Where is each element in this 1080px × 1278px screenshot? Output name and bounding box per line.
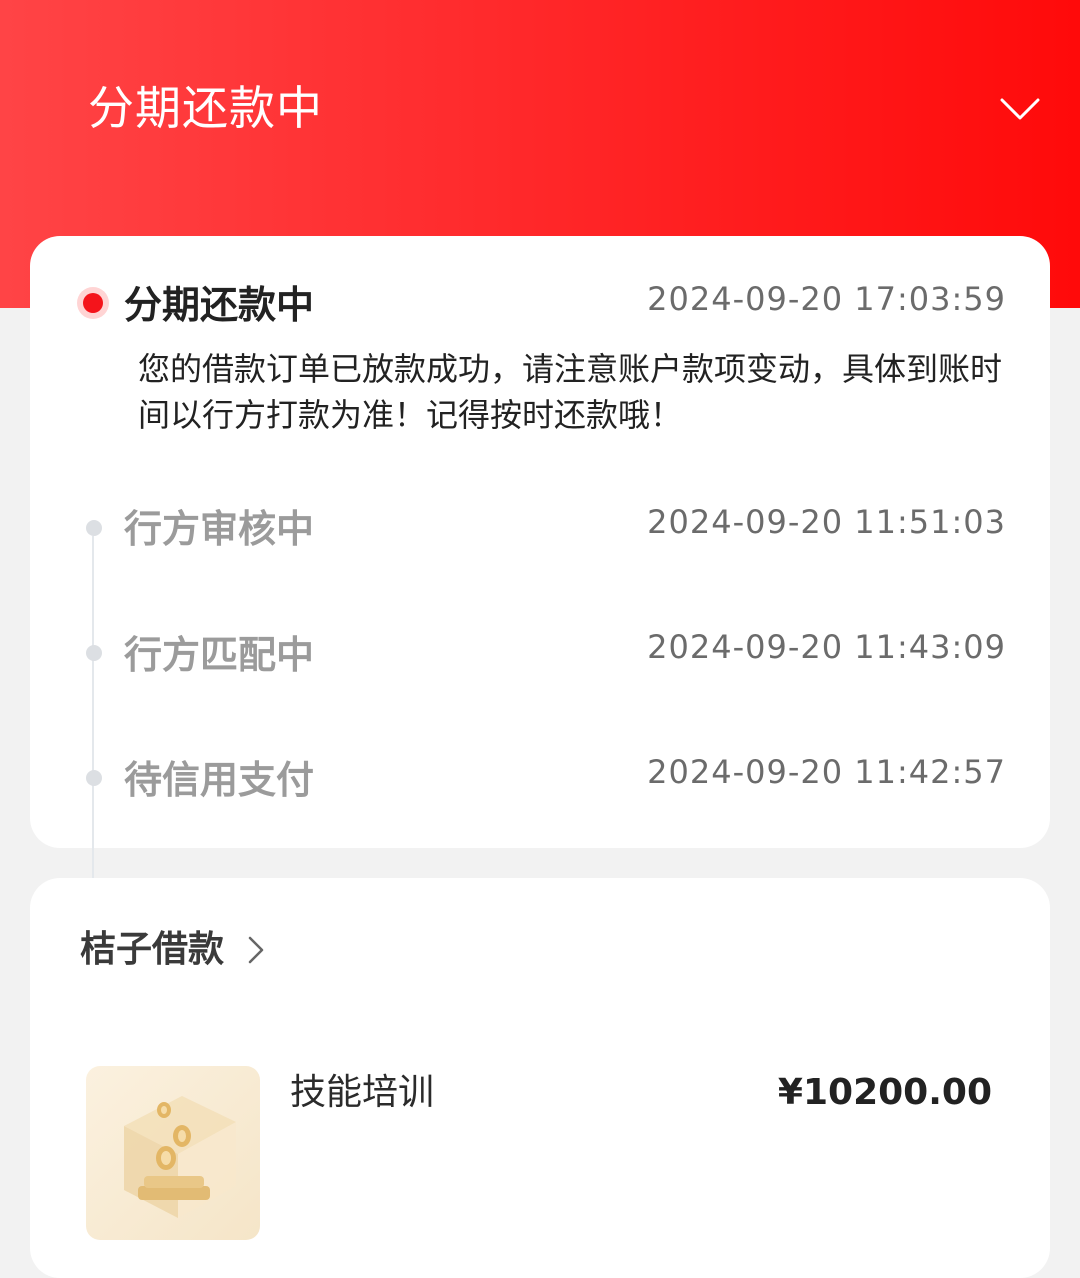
merchant-link[interactable]: 桔子借款	[80, 926, 224, 974]
product-price: ¥10200.00	[777, 1072, 992, 1113]
timeline-step-time: 2024-09-20 11:43:09	[647, 628, 1006, 666]
timeline-step-title: 分期还款中	[124, 283, 315, 327]
timeline-step-time: 2024-09-20 17:03:59	[647, 280, 1006, 318]
timeline-dot	[86, 520, 102, 536]
timeline-step-time: 2024-09-20 11:51:03	[647, 503, 1006, 541]
timeline-step-title: 行方审核中	[124, 507, 315, 551]
timeline-step-title: 待信用支付	[124, 758, 315, 802]
chevron-down-icon[interactable]	[998, 92, 1042, 126]
coin-box-icon	[86, 1066, 260, 1240]
timeline-dot-active	[77, 287, 109, 319]
timeline-step-time: 2024-09-20 11:42:57	[647, 753, 1006, 791]
timeline-dot	[86, 645, 102, 661]
chevron-right-icon[interactable]	[244, 934, 268, 966]
timeline-dot	[86, 770, 102, 786]
page-title: 分期还款中	[88, 81, 323, 135]
product-name: 技能培训	[290, 1072, 435, 1113]
timeline-step-description: 您的借款订单已放款成功，请注意账户款项变动，具体到账时间以行方打款为准！记得按时…	[138, 350, 1003, 434]
timeline-step-title: 行方匹配中	[124, 633, 315, 677]
